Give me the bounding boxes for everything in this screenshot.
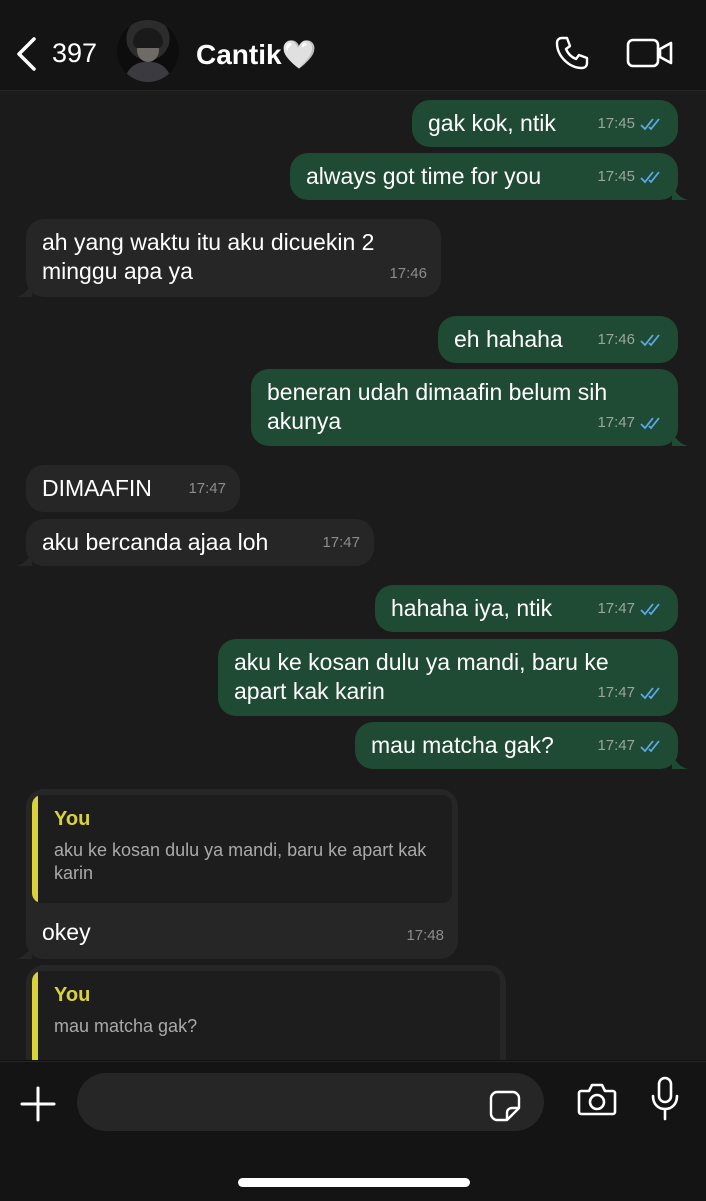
quote-text: mau matcha gak? xyxy=(54,1016,198,1036)
message-text: beneran udah dimaafin belum sih akunya xyxy=(267,379,608,434)
message-bubble-incoming[interactable]: DIMAAFIN 17:47 xyxy=(26,465,240,512)
message-meta: 17:45 xyxy=(597,162,664,191)
message-text: eh hahaha xyxy=(454,326,563,352)
double-check-read-icon xyxy=(640,602,660,615)
camera-icon[interactable] xyxy=(577,1081,617,1117)
message-time: 17:47 xyxy=(597,684,635,701)
message-time: 17:46 xyxy=(389,265,427,282)
message-bubble-outgoing[interactable]: hahaha iya, ntik 17:47 xyxy=(375,585,678,632)
phone-call-icon[interactable] xyxy=(554,35,590,71)
quote-text: aku ke kosan dulu ya mandi, baru ke apar… xyxy=(54,840,427,883)
double-check-read-icon xyxy=(640,117,660,130)
message-time: 17:46 xyxy=(597,331,635,348)
contact-name[interactable]: Cantik🤍 xyxy=(196,38,316,71)
video-camera-icon[interactable] xyxy=(626,38,674,68)
quoted-message[interactable]: You aku ke kosan dulu ya mandi, baru ke … xyxy=(32,795,452,903)
message-time: 17:48 xyxy=(406,927,444,944)
double-check-read-icon xyxy=(640,170,660,183)
bubble-tail xyxy=(16,552,32,566)
quote-author: You xyxy=(54,984,91,1006)
double-check-read-icon xyxy=(640,416,660,429)
message-list[interactable]: gak kok, ntik 17:45 always got time for … xyxy=(0,91,706,1060)
message-text: hahaha iya, ntik xyxy=(391,595,553,621)
message-text: DIMAAFIN xyxy=(42,475,152,501)
bubble-tail xyxy=(672,186,688,200)
back-chevron-icon[interactable] xyxy=(14,36,40,72)
message-meta: 17:47 xyxy=(188,474,226,503)
message-text: always got time for you xyxy=(306,163,542,189)
sticker-icon[interactable] xyxy=(488,1089,522,1123)
message-text: gak kok, ntik xyxy=(428,110,556,136)
bubble-tail xyxy=(672,755,688,769)
quote-accent-bar xyxy=(32,971,38,1060)
message-text: ah yang waktu itu aku dicuekin 2 minggu … xyxy=(42,229,375,284)
plus-icon[interactable] xyxy=(20,1086,56,1122)
bubble-tail xyxy=(16,945,32,959)
message-composer xyxy=(0,1061,706,1201)
message-meta: 17:45 xyxy=(597,109,664,138)
message-time: 17:47 xyxy=(322,534,360,551)
message-bubble-outgoing[interactable]: mau matcha gak? 17:47 xyxy=(355,722,688,769)
message-bubble-outgoing[interactable]: beneran udah dimaafin belum sih akunya 1… xyxy=(251,369,688,446)
bubble-tail xyxy=(16,283,32,297)
message-meta: 17:47 xyxy=(597,594,664,623)
message-time: 17:45 xyxy=(597,168,635,185)
quote-author: You xyxy=(54,808,91,830)
message-meta: 17:47 xyxy=(322,528,360,557)
message-time: 17:47 xyxy=(597,737,635,754)
contact-avatar[interactable] xyxy=(117,20,179,82)
quoted-message[interactable]: You mau matcha gak? xyxy=(32,971,500,1060)
chat-header: 397 Cantik🤍 xyxy=(0,0,706,91)
message-bubble-incoming-reply[interactable]: You mau matcha gak? xyxy=(26,965,506,1060)
message-bubble-outgoing[interactable]: gak kok, ntik 17:45 xyxy=(412,100,678,147)
message-time: 17:45 xyxy=(597,115,635,132)
message-bubble-outgoing[interactable]: eh hahaha 17:46 xyxy=(438,316,678,363)
message-bubble-incoming-reply[interactable]: You aku ke kosan dulu ya mandi, baru ke … xyxy=(16,789,458,959)
message-time: 17:47 xyxy=(597,600,635,617)
message-text: mau matcha gak? xyxy=(371,732,554,758)
home-indicator[interactable] xyxy=(238,1178,470,1187)
message-meta: 17:48 xyxy=(406,921,444,950)
message-text: okey xyxy=(42,919,91,945)
message-meta: 17:46 xyxy=(389,259,427,288)
message-time: 17:47 xyxy=(188,480,226,497)
double-check-read-icon xyxy=(640,333,660,346)
message-bubble-incoming[interactable]: ah yang waktu itu aku dicuekin 2 minggu … xyxy=(16,219,441,297)
message-time: 17:47 xyxy=(597,414,635,431)
message-meta: 17:47 xyxy=(597,408,664,437)
double-check-read-icon xyxy=(640,739,660,752)
message-bubble-outgoing[interactable]: always got time for you 17:45 xyxy=(290,153,688,200)
message-text: aku ke kosan dulu ya mandi, baru ke apar… xyxy=(234,649,609,704)
quote-accent-bar xyxy=(32,795,38,903)
message-bubble-incoming[interactable]: aku bercanda ajaa loh 17:47 xyxy=(16,519,374,566)
double-check-read-icon xyxy=(640,686,660,699)
message-bubble-outgoing[interactable]: aku ke kosan dulu ya mandi, baru ke apar… xyxy=(218,639,678,716)
back-unread-count[interactable]: 397 xyxy=(52,38,97,69)
message-meta: 17:46 xyxy=(597,325,664,354)
message-input[interactable] xyxy=(77,1073,544,1131)
bubble-tail xyxy=(672,432,688,446)
message-meta: 17:47 xyxy=(597,731,664,760)
message-text: aku bercanda ajaa loh xyxy=(42,529,269,555)
microphone-icon[interactable] xyxy=(650,1076,680,1122)
message-meta: 17:47 xyxy=(597,678,664,707)
